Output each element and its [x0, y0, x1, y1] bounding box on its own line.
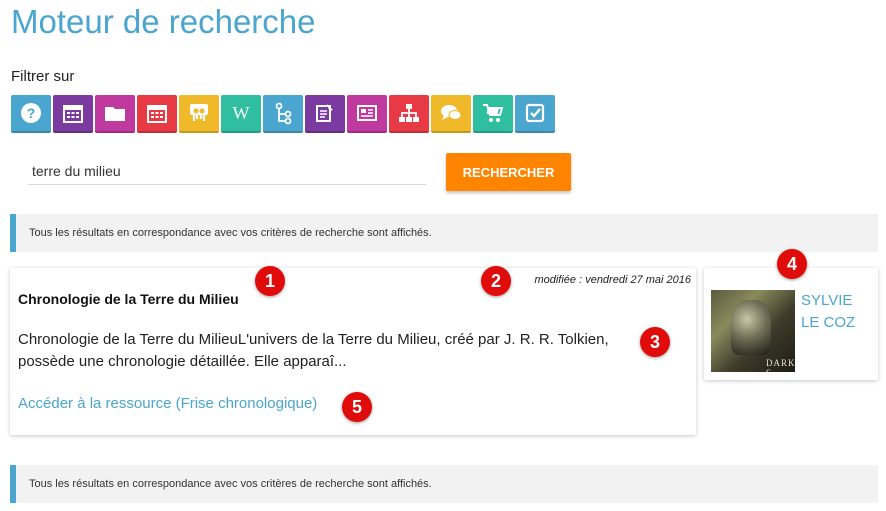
- agenda-icon: [147, 105, 167, 123]
- survey-icon: [316, 104, 333, 122]
- filter-news-button[interactable]: [347, 95, 387, 133]
- chat-icon: [441, 105, 462, 120]
- filter-label: Filtrer sur: [11, 68, 75, 85]
- thumbnail-figure: [731, 300, 771, 355]
- newspaper-icon: [357, 105, 377, 121]
- filter-agenda-button[interactable]: [137, 95, 177, 133]
- question-icon: ?: [21, 103, 41, 123]
- result-title[interactable]: Chronologie de la Terre du Milieu: [18, 291, 239, 307]
- sitemap-icon: [399, 104, 419, 122]
- filter-sitemap-button[interactable]: [389, 95, 429, 133]
- filter-calendar-button[interactable]: [53, 95, 93, 133]
- folder-icon: [105, 107, 125, 121]
- calendar-icon: [63, 105, 83, 123]
- info-message-top: Tous les résultats en correspondance ave…: [10, 214, 878, 252]
- filter-mindmap-button[interactable]: [263, 95, 303, 133]
- slideshare-icon: [190, 104, 208, 121]
- filter-slideshare-button[interactable]: [179, 95, 219, 133]
- filter-folder-button[interactable]: [95, 95, 135, 133]
- annotation-badge-4: 4: [777, 249, 807, 279]
- author-card: DARK S SYLVIE LE COZ: [704, 268, 878, 380]
- svg-text:W: W: [233, 103, 250, 123]
- filter-cart-button[interactable]: [473, 95, 513, 133]
- filter-survey-button[interactable]: [305, 95, 345, 133]
- svg-text:?: ?: [27, 105, 36, 121]
- result-date: modifiée : vendredi 27 mai 2016: [534, 274, 691, 286]
- author-name-link[interactable]: SYLVIE LE COZ: [801, 290, 871, 334]
- mindmap-icon: [275, 102, 292, 125]
- search-input[interactable]: [28, 157, 426, 185]
- info-message-bottom: Tous les résultats en correspondance ave…: [10, 465, 878, 503]
- page-title: Moteur de recherche: [11, 3, 316, 40]
- thumbnail-caption: DARK S: [766, 358, 795, 372]
- filter-wikipedia-button[interactable]: W: [221, 95, 261, 133]
- annotation-badge-3: 3: [640, 327, 670, 357]
- filter-forum-button[interactable]: [431, 95, 471, 133]
- filter-faq-button[interactable]: ?: [11, 95, 51, 133]
- cart-icon: [483, 104, 504, 122]
- search-button[interactable]: RECHERCHER: [446, 153, 571, 191]
- wikipedia-icon: W: [233, 103, 250, 123]
- result-description: Chronologie de la Terre du MilieuL'unive…: [18, 331, 609, 370]
- author-thumbnail[interactable]: DARK S: [711, 290, 795, 372]
- filter-quiz-button[interactable]: [515, 95, 555, 133]
- annotation-badge-1: 1: [255, 266, 285, 296]
- checkbox-icon: [525, 103, 545, 123]
- result-access-link[interactable]: Accéder à la ressource (Frise chronologi…: [18, 395, 317, 412]
- annotation-badge-5: 5: [342, 392, 372, 422]
- filter-bar: ? W: [11, 95, 557, 133]
- annotation-badge-2: 2: [481, 266, 511, 296]
